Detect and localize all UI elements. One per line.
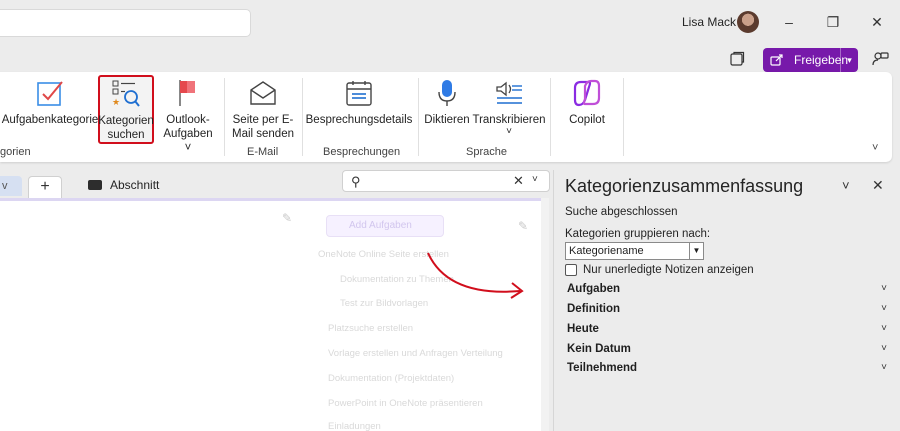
email-page-button[interactable]: Seite per E-Mail senden xyxy=(230,76,296,141)
category-group-kein-datum[interactable]: Kein Datum ˅ xyxy=(567,343,887,361)
group-by-select[interactable]: Kategoriename ▼ xyxy=(565,242,704,260)
copilot-label: Copilot xyxy=(569,114,605,126)
user-avatar[interactable] xyxy=(737,11,759,33)
sticky-notes-icon[interactable] xyxy=(729,51,745,67)
checkbox-icon xyxy=(37,81,63,106)
share-icon xyxy=(770,54,783,66)
faded-note-line: Einladungen xyxy=(328,421,381,431)
unfinished-only-checkbox[interactable]: Nur unerledigte Notizen anzeigen xyxy=(565,264,754,276)
user-name[interactable]: Lisa Mack xyxy=(682,15,736,29)
page-search-input[interactable]: ⚲ ✕ ˅ xyxy=(342,170,550,192)
chevron-down-icon: ˅ xyxy=(881,362,887,373)
feedback-icon[interactable] xyxy=(871,50,889,68)
command-row: Freigeben ▾ xyxy=(0,44,900,72)
group-label-speech: Sprache xyxy=(466,146,507,158)
group-label-meetings: Besprechungen xyxy=(323,146,401,158)
clear-search-icon[interactable]: ✕ xyxy=(513,173,524,189)
group-by-label: Kategorien gruppieren nach: xyxy=(565,228,711,240)
app-search-box[interactable] xyxy=(0,9,251,37)
find-categories-button[interactable]: ★ Kategorien suchen xyxy=(98,75,154,144)
dictate-button[interactable]: Diktieren xyxy=(424,76,470,127)
checkbox[interactable] xyxy=(565,264,577,276)
transcribe-icon xyxy=(496,81,522,104)
chevron-down-icon: ˅ xyxy=(881,283,887,294)
search-icon: ⚲ xyxy=(351,174,361,189)
ribbon-collapse-chevron-icon[interactable]: ˅ xyxy=(872,142,878,154)
faded-note-line: Dokumentation (Projektdaten) xyxy=(328,373,455,384)
task-category-button[interactable]: Aufgabenkategorie xyxy=(1,76,99,127)
chevron-down-icon: ˅ xyxy=(881,323,887,334)
category-group-teilnehmend[interactable]: Teilnehmend ˅ xyxy=(567,362,887,380)
find-categories-label: Kategorien suchen xyxy=(98,115,154,141)
ribbon-separator xyxy=(418,78,419,156)
notebook-icon xyxy=(88,180,102,190)
flag-icon xyxy=(179,80,195,106)
find-tags-icon: ★ xyxy=(112,80,140,108)
add-task-pill[interactable]: Add Aufgaben xyxy=(326,215,444,237)
email-page-label: Seite per E-Mail senden xyxy=(231,114,294,140)
category-label: Heute xyxy=(567,323,599,335)
ribbon-separator xyxy=(623,78,624,156)
faded-note-line: Vorlage erstellen und Anfragen Verteilun… xyxy=(328,348,503,359)
task-category-label: Aufgabenkategorie xyxy=(1,114,99,126)
meeting-details-button[interactable]: Besprechungsdetails xyxy=(305,76,413,127)
meeting-details-label: Besprechungsdetails xyxy=(305,114,413,126)
chevron-down-icon: ˅ xyxy=(506,126,512,137)
add-section-button[interactable]: + xyxy=(28,176,62,198)
close-window-button[interactable]: ✕ xyxy=(864,10,890,34)
category-label: Teilnehmend xyxy=(567,362,638,374)
category-label: Aufgaben xyxy=(567,283,621,295)
envelope-icon xyxy=(250,81,276,105)
ribbon-separator xyxy=(302,78,303,156)
category-summary-panel: Kategorienzusammenfassung ˅ ✕ Suche abge… xyxy=(553,170,900,431)
group-label-email: E-Mail xyxy=(247,146,279,158)
faded-note-line: Test zur Bildvorlagen xyxy=(340,298,429,309)
panel-options-chevron-icon[interactable]: ˅ xyxy=(842,178,850,193)
share-button[interactable]: Freigeben ▾ xyxy=(763,48,858,72)
page-tab-bar: v + Abschnitt ⚲ ✕ ˅ xyxy=(0,170,550,198)
section-tab[interactable]: Abschnitt xyxy=(88,178,159,192)
chevron-down-icon: ˅ xyxy=(881,343,887,354)
page-scrollbar[interactable] xyxy=(541,198,549,431)
section-tab-partial[interactable]: v xyxy=(0,176,22,196)
category-group-definition[interactable]: Definition ˅ xyxy=(567,303,887,321)
copilot-button[interactable]: Copilot xyxy=(560,76,614,127)
pen-icon: ✎ xyxy=(282,211,293,225)
group-label-categories: gorien xyxy=(0,146,31,158)
category-label: Kein Datum xyxy=(567,343,631,355)
outlook-tasks-button[interactable]: Outlook-Aufgaben ˅ xyxy=(160,76,216,155)
copilot-icon xyxy=(573,79,601,107)
faded-note-line: PowerPoint in OneNote präsentieren xyxy=(328,398,483,409)
transcribe-button[interactable]: Transkribieren ˅ xyxy=(472,76,546,137)
unfinished-only-label: Nur unerledigte Notizen anzeigen xyxy=(583,264,754,276)
panel-close-button[interactable]: ✕ xyxy=(872,177,884,194)
category-group-aufgaben[interactable]: Aufgaben ˅ xyxy=(567,283,887,301)
section-tab-label: Abschnitt xyxy=(110,178,160,192)
category-group-heute[interactable]: Heute ˅ xyxy=(567,323,887,341)
outlook-tasks-label: Outlook-Aufgaben ˅ xyxy=(163,114,213,154)
annotation-arrow-icon xyxy=(427,252,524,299)
restore-button[interactable]: ❐ xyxy=(820,10,846,34)
ribbon-separator xyxy=(550,78,551,156)
dictate-label: Diktieren xyxy=(424,114,470,126)
microphone-icon xyxy=(438,80,456,106)
title-bar: Lisa Mack – ❐ ✕ xyxy=(0,0,900,44)
dropdown-arrow-icon: ▼ xyxy=(689,242,703,260)
pen-icon: ✎ xyxy=(518,219,529,233)
share-dropdown-button[interactable]: ▾ xyxy=(840,48,858,72)
faded-note-line: Platzsuche erstellen xyxy=(328,323,414,334)
svg-text:★: ★ xyxy=(112,98,120,108)
search-scope-dropdown-icon[interactable]: ˅ xyxy=(532,174,538,185)
search-status: Suche abgeschlossen xyxy=(565,206,678,218)
group-by-value: Kategoriename xyxy=(569,245,644,257)
category-label: Definition xyxy=(567,303,621,315)
ribbon: Aufgabenkategorie ★ Kategorien suchen Ou… xyxy=(0,72,892,162)
panel-title: Kategorienzusammenfassung xyxy=(565,176,804,196)
minimize-button[interactable]: – xyxy=(776,10,802,34)
chevron-down-icon: ˅ xyxy=(881,303,887,314)
ribbon-separator xyxy=(224,78,225,156)
transcribe-label: Transkribieren xyxy=(472,114,546,126)
calendar-icon xyxy=(346,81,372,106)
